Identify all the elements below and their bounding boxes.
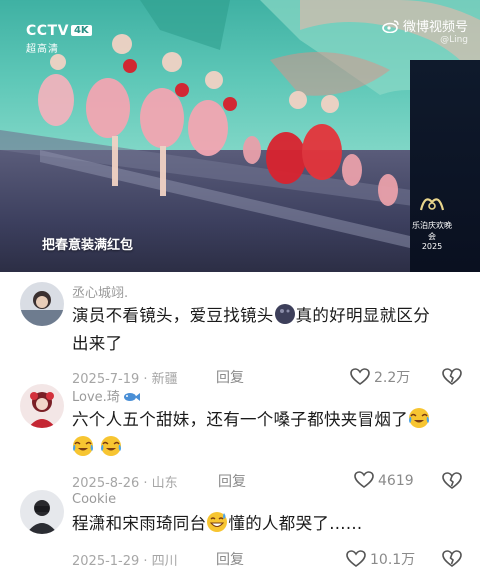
broken-heart-icon[interactable] [442, 550, 462, 568]
avatar-image [20, 384, 64, 428]
avatar-image [20, 282, 64, 326]
avatar[interactable] [20, 490, 64, 534]
comment-username[interactable]: Cookie [72, 492, 116, 507]
avatar[interactable] [20, 282, 64, 326]
cctv-logo-text: CCTV [26, 23, 69, 39]
comment-emoji-line [72, 434, 476, 462]
comment-date-location: 2025-1-29 · 四川 [72, 554, 178, 569]
comment-text: 演员不看镜头，爱豆找镜头 真的好明显就区分 出来了 [72, 302, 472, 358]
weibo-video-watermark: 微博视频号 @Ling [382, 16, 468, 45]
grin-sweat-emoji-icon [207, 512, 228, 532]
heart-icon [354, 471, 374, 488]
weibo-logo-icon [382, 20, 399, 33]
reply-button[interactable]: 回复 [216, 549, 244, 569]
gala-logo-text: 乐泊庆欢晚会 [412, 221, 452, 241]
comment-text-line: 出来了 [72, 334, 123, 353]
comment-text-line: 六个人五个甜妹，还有一个嗓子都快夹冒烟了 [72, 406, 476, 434]
gala-emblem-icon [419, 198, 445, 211]
like-count: 4619 [378, 473, 414, 489]
dark-orb-emoji-icon [274, 304, 295, 324]
comment-item: Cookie 程潇和宋雨琦同台 懂的人都哭了...... 2025-1-29 · … [0, 488, 480, 570]
like-button[interactable]: 10.1万 [346, 549, 415, 569]
watermark-handle: @Ling [440, 35, 468, 45]
avatar-image [20, 490, 64, 534]
crying-laughing-emoji-icon [100, 436, 121, 456]
like-count: 10.1万 [370, 552, 416, 568]
comment-item: 丞心城翊. 演员不看镜头，爱豆找镜头 真的好明显就区分 出来了 2025-7-19… [0, 272, 480, 394]
watermark-text: 微博视频号 [402, 20, 468, 35]
comment-username[interactable]: 丞心城翊. [72, 282, 128, 301]
comment-text-line: 程潇和宋雨琦同台 懂的人都哭了...... [72, 510, 472, 538]
heart-icon [346, 550, 366, 567]
gala-logo-year: 2025 [421, 242, 443, 251]
crying-laughing-emoji-icon [73, 436, 93, 456]
gala-logo: 乐泊庆欢晚会 2025 [412, 192, 452, 251]
crying-laughing-emoji-icon [409, 408, 429, 428]
comment-text: 程潇和宋雨琦同台 懂的人都哭了...... [72, 510, 472, 538]
comment-text: 六个人五个甜妹，还有一个嗓子都快夹冒烟了 [72, 406, 476, 462]
cctv-logo-subtitle: 超高清 [26, 44, 59, 55]
cctv-logo: CCTV 4K 超高清 [26, 20, 92, 55]
cctv-4k-badge: 4K [70, 25, 92, 36]
video-caption: 把春意装满红包 [42, 238, 134, 253]
video-frame[interactable]: CCTV 4K 超高清 微博视频号 @Ling 乐泊庆欢晚会 2025 把春意装满… [0, 0, 480, 272]
comment-item: Love.琦 六个人五个甜妹，还有一个嗓子都快夹冒烟了 2025-8-26 · … [0, 380, 480, 491]
comment-username[interactable]: Love.琦 [72, 386, 140, 405]
comment-text-line: 演员不看镜头，爱豆找镜头 真的好明显就区分 [72, 302, 472, 330]
like-button[interactable]: 4619 [354, 471, 414, 489]
avatar[interactable] [20, 384, 64, 428]
fish-icon [123, 393, 140, 401]
